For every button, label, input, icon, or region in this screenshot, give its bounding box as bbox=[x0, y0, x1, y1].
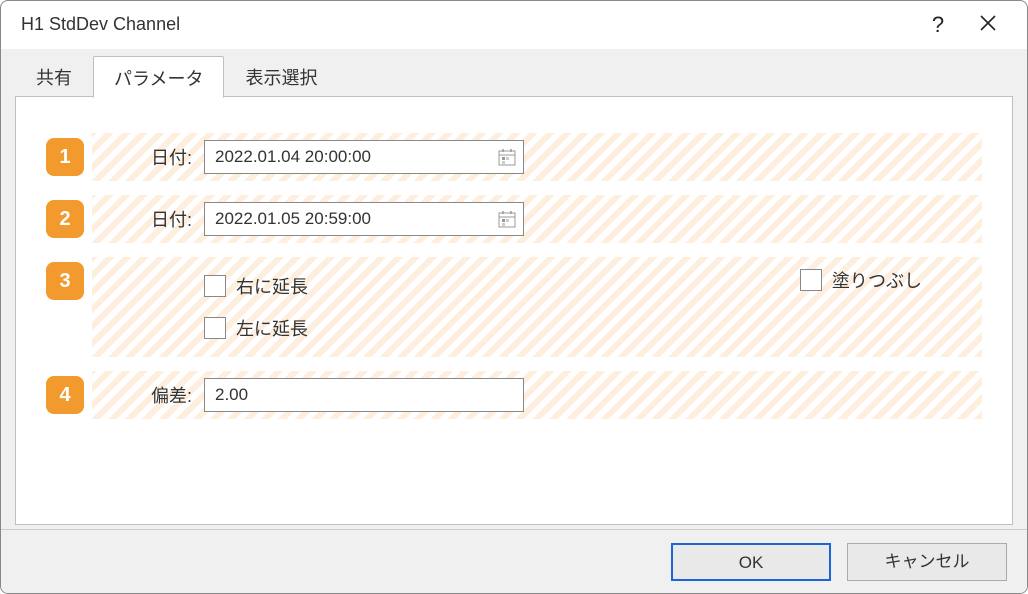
field-deviation[interactable]: 2.00 bbox=[204, 378, 524, 412]
checkbox-extend-right[interactable]: 右に延長 bbox=[204, 273, 308, 299]
row-date2: 2 日付: 2022.01.05 20:59:00 bbox=[46, 195, 982, 243]
checkbox-label-fill: 塗りつぶし bbox=[832, 267, 922, 293]
content-area: 共有 パラメータ 表示選択 1 日付: 2022.01.04 20:00:00 bbox=[1, 49, 1027, 529]
tab-display[interactable]: 表示選択 bbox=[224, 55, 338, 97]
badge-2: 2 bbox=[46, 200, 84, 238]
label-date2: 日付: bbox=[112, 206, 192, 232]
badge-4: 4 bbox=[46, 376, 84, 414]
close-icon bbox=[979, 14, 997, 36]
value-date2: 2022.01.05 20:59:00 bbox=[215, 209, 371, 229]
cancel-button[interactable]: キャンセル bbox=[847, 543, 1007, 581]
value-deviation: 2.00 bbox=[215, 385, 248, 405]
title-bar: H1 StdDev Channel ? bbox=[1, 1, 1027, 49]
help-icon: ? bbox=[932, 12, 944, 38]
help-button[interactable]: ? bbox=[913, 5, 963, 45]
label-date1: 日付: bbox=[112, 144, 192, 170]
checkbox-label-extend-left: 左に延長 bbox=[236, 315, 308, 341]
checkbox-box bbox=[204, 275, 226, 297]
checkbox-box bbox=[800, 269, 822, 291]
dialog-footer: OK キャンセル bbox=[1, 529, 1027, 593]
calendar-icon[interactable] bbox=[497, 209, 517, 229]
window-title: H1 StdDev Channel bbox=[21, 14, 913, 35]
tab-panel: 1 日付: 2022.01.04 20:00:00 2 日付: bbox=[15, 96, 1013, 525]
row-date1: 1 日付: 2022.01.04 20:00:00 bbox=[46, 133, 982, 181]
close-button[interactable] bbox=[963, 5, 1013, 45]
stripe-2: 日付: 2022.01.05 20:59:00 bbox=[92, 195, 982, 243]
checkbox-fill[interactable]: 塗りつぶし bbox=[800, 267, 922, 293]
tab-strip: 共有 パラメータ 表示選択 bbox=[15, 57, 1013, 97]
checkbox-extend-left[interactable]: 左に延長 bbox=[204, 315, 308, 341]
checkbox-label-extend-right: 右に延長 bbox=[236, 273, 308, 299]
dialog-window: H1 StdDev Channel ? 共有 パラメータ 表示選択 1 日付: … bbox=[0, 0, 1028, 594]
value-date1: 2022.01.04 20:00:00 bbox=[215, 147, 371, 167]
stripe-4: 偏差: 2.00 bbox=[92, 371, 982, 419]
stripe-3: 右に延長 左に延長 塗りつぶし bbox=[92, 257, 982, 357]
ok-button[interactable]: OK bbox=[671, 543, 831, 581]
badge-1: 1 bbox=[46, 138, 84, 176]
calendar-icon[interactable] bbox=[497, 147, 517, 167]
stripe-1: 日付: 2022.01.04 20:00:00 bbox=[92, 133, 982, 181]
checkbox-box bbox=[204, 317, 226, 339]
row-extend: 3 右に延長 左に延長 bbox=[46, 257, 982, 357]
label-deviation: 偏差: bbox=[112, 382, 192, 408]
badge-3: 3 bbox=[46, 262, 84, 300]
field-date2[interactable]: 2022.01.05 20:59:00 bbox=[204, 202, 524, 236]
checkbox-row-left: 左に延長 bbox=[112, 315, 962, 341]
tab-parameters[interactable]: パラメータ bbox=[93, 56, 224, 98]
field-date1[interactable]: 2022.01.04 20:00:00 bbox=[204, 140, 524, 174]
tab-shared[interactable]: 共有 bbox=[15, 55, 93, 97]
row-deviation: 4 偏差: 2.00 bbox=[46, 371, 982, 419]
